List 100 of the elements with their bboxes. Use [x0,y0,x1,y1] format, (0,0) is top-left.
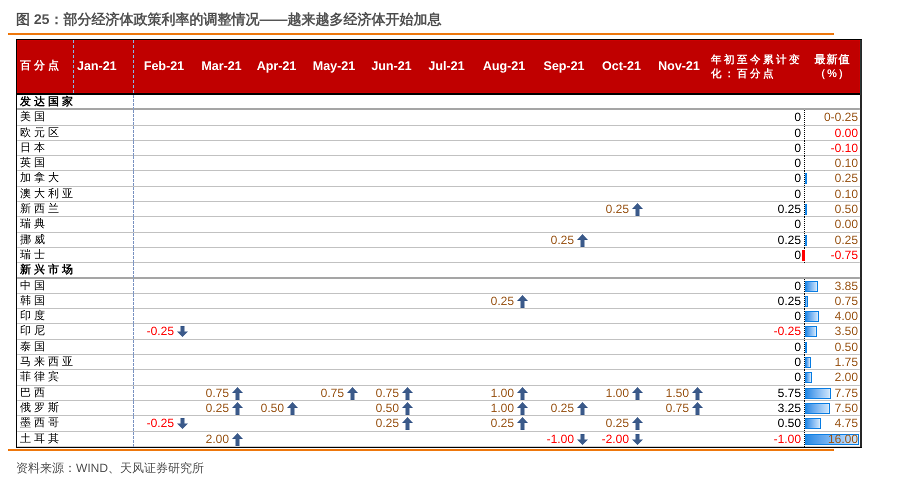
rate-change: 1.00 [490,400,514,416]
rate-change: 0.50 [376,400,399,416]
country-label: 印度 [17,309,134,324]
country-label: 印尼 [17,324,134,340]
rate-change: 2.00 [206,432,229,447]
country-label: 墨西哥 [17,416,134,432]
rate-change: 0.75 [666,400,689,416]
latest-value: 4.00 [834,309,858,324]
ytd-change: -0.25 [774,324,801,340]
latest-value: 0.00 [834,126,858,141]
latest-value: 0.75 [834,294,858,309]
latest-value: 3.85 [834,278,858,294]
ytd-change: 0 [794,140,801,156]
rate-change: -0.25 [146,416,174,432]
latest-value: 7.50 [834,400,858,416]
rate-change: 0.25 [606,202,629,218]
ytd-change: 0 [794,370,801,386]
rate-change: -2.00 [602,432,629,447]
rate-change: 0.25 [490,416,514,432]
country-label: 泰国 [17,340,134,355]
latest-value: 4.75 [834,416,858,432]
ytd-change: 0 [794,186,801,202]
latest-value: 2.00 [834,370,858,386]
country-label: 新西兰 [17,202,134,218]
country-label: 澳大利亚 [17,186,134,202]
country-label: 土耳其 [17,432,134,447]
rate-change: 0.25 [206,400,229,416]
country-label: 挪威 [17,232,134,248]
country-label: 韩国 [17,294,134,309]
rate-change: 1.50 [666,386,689,401]
rate-change: 1.00 [490,386,514,401]
header-cell: 百分点 [17,40,74,93]
month-header: Oct-21 [601,58,642,76]
country-label: 美国 [17,110,134,126]
country-label: 日本 [17,140,134,156]
latest-value: 0.00 [834,217,858,232]
country-label: 马来西亚 [17,355,134,370]
month-header: Jul-21 [427,58,466,76]
month-header: Nov-21 [657,58,701,76]
ytd-change: -1.00 [774,432,801,447]
month-header: Aug-21 [482,58,526,76]
month-header: Mar-21 [200,58,243,76]
latest-value: 0.25 [834,232,858,248]
month-header: May-21 [312,58,356,76]
ytd-change: 0 [794,355,801,370]
latest-value: 0.25 [834,171,858,186]
latest-value: 0.10 [834,156,858,172]
latest-value: 0.10 [834,186,858,202]
ytd-change: 0 [794,248,801,263]
rate-change: 0.75 [206,386,229,401]
ytd-change: 0.25 [778,294,801,309]
section-label: 新兴市场 [17,263,134,278]
latest-value: -0.75 [830,248,858,263]
month-header: Feb-21 [142,58,186,76]
ytd-change: 0 [794,171,801,186]
ytd-change: 0 [794,309,801,324]
ytd-change: 0 [794,217,801,232]
ytd-change: 0.25 [778,232,801,248]
ytd-change: 0.25 [778,202,801,218]
country-label: 瑞典 [17,217,134,232]
rate-change: 0.50 [260,400,284,416]
ytd-change: 0 [794,126,801,141]
ytd-change: 0 [794,278,801,294]
latest-value: 0-0.25 [824,110,858,126]
country-label: 欧元区 [17,126,134,141]
country-label: 中国 [17,278,134,294]
rate-change: 0.25 [606,416,629,432]
ytd-change: 0 [794,340,801,355]
rate-change: 1.00 [606,386,629,401]
latest-value: 7.75 [834,386,858,401]
ytd-change: 0.50 [778,416,801,432]
country-label: 俄罗斯 [17,400,134,416]
country-label: 巴西 [17,386,134,401]
ytd-change: 5.75 [778,386,801,401]
country-label: 菲律宾 [17,370,134,386]
month-header: Jan-21 [74,40,134,93]
latest-value: 16.00 [828,432,858,447]
ytd-change: 0 [794,110,801,126]
figure-title: 图 25：部分经济体政策利率的调整情况——越来越多经济体开始加息 [16,10,442,29]
rate-change: 0.25 [490,294,514,309]
latest-value: 3.50 [834,324,858,340]
source-note: 资料来源：WIND、天风证券研究所 [15,460,205,477]
ytd-change: 0 [794,156,801,172]
rate-change: -0.25 [146,324,174,340]
country-label: 瑞士 [17,248,134,263]
country-label: 加拿大 [17,171,134,186]
rate-change: -1.00 [546,432,574,447]
header-cell-text: 年初至今累计变化：百分点 [710,52,803,80]
latest-value: 1.75 [834,355,858,370]
rate-change: 0.75 [376,386,399,401]
rate-change: 0.75 [320,386,344,401]
month-header: Jun-21 [370,58,413,76]
ytd-change: 3.25 [778,400,801,416]
month-header: Sep-21 [542,58,586,76]
latest-value: 0.50 [834,202,858,218]
latest-value: 0.50 [834,340,858,355]
country-label: 英国 [17,156,134,172]
latest-value: -0.10 [830,140,858,156]
rate-change: 0.25 [550,232,574,248]
header-cell-text: 最新值（%） [814,52,852,80]
